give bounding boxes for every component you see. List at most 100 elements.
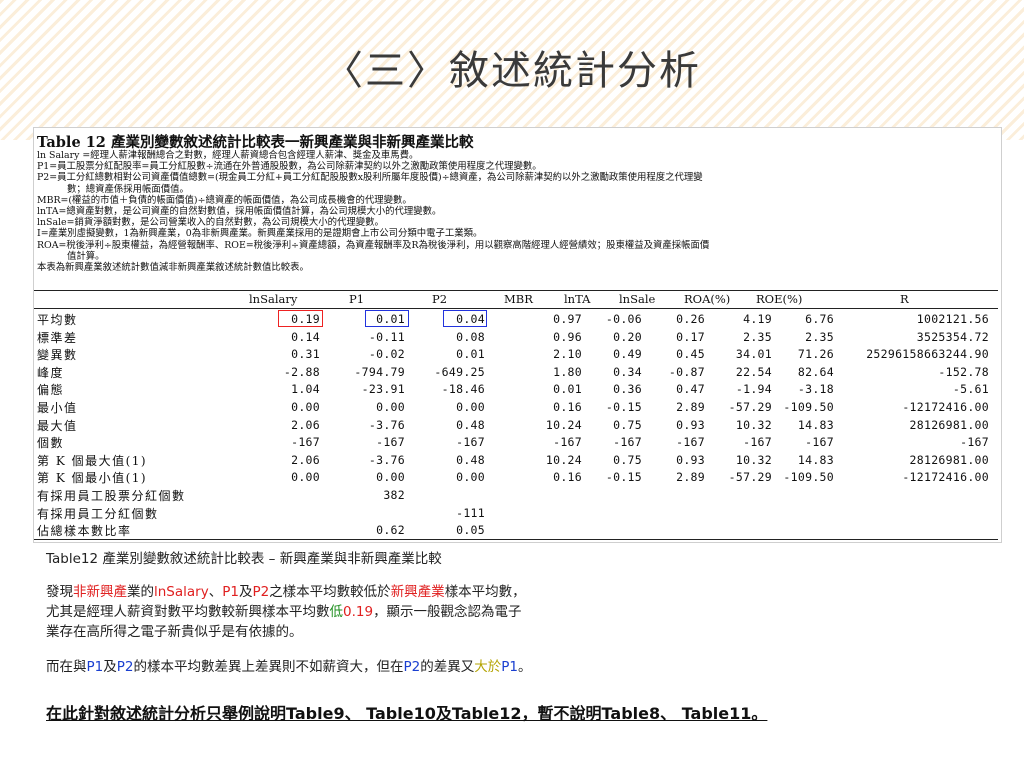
table-row: 第 K 個最小值(1) 0.00 0.00 0.00 0.16 -0.15 2.89 -57.… <box>34 468 998 486</box>
paragraph-1-line-3: 業存在高所得之電子新貴似乎是有依據的。 <box>46 624 303 640</box>
scan-notes: ln Salary =經理人薪津報酬總合之對數，經理人薪資總合包含經理人薪津、獎… <box>37 150 987 273</box>
row-label: 有採用員工分紅個數 <box>37 506 159 521</box>
table-cell: -18.46 <box>441 382 485 397</box>
table-cell: 3525354.72 <box>916 329 989 344</box>
table-cell: 22.54 <box>735 364 772 379</box>
highlight-text: P1 <box>501 659 518 675</box>
table-row: 平均數 0.19 0.01 0.04 0.97 -0.06 0.26 4.19 6.76 1002… <box>34 310 998 328</box>
table-cell: 0.45 <box>676 347 705 362</box>
table-cell: -0.15 <box>605 400 642 414</box>
table-cell: 14.83 <box>797 452 834 467</box>
table-cell: -167 <box>960 435 989 450</box>
row-label: 最小值 <box>37 401 78 415</box>
table-cell: 1002121.56 <box>916 312 989 326</box>
table-row: 最大值 2.06 -3.76 0.48 10.24 0.75 0.93 10.32 14.83 2… <box>34 416 998 434</box>
text: 尤其是經理人薪資對數平均數較新興樣本平均數 <box>46 604 330 620</box>
text: 之樣本平均數較低於 <box>269 584 391 600</box>
column-header: R <box>900 292 909 306</box>
row-label: 峰度 <box>37 365 65 380</box>
scan-note-line: P2=員工分紅總數相對公司資產價值總數=(現金員工分紅+員工分紅配股股數x股利所… <box>37 172 703 184</box>
table-cell: 382 <box>383 488 405 502</box>
table-cell: -0.02 <box>368 347 405 362</box>
scan-note-line: 本表為新興產業敘述統計數值減非新興產業敘述統計數值比較表。 <box>37 262 309 274</box>
table-cell: 0.34 <box>613 364 642 379</box>
table-cell: -167 <box>553 435 582 450</box>
highlight-text: lnSalary <box>154 584 209 600</box>
table-cell: 34.01 <box>735 347 772 362</box>
highlight-box-p2 <box>443 310 487 327</box>
table-cell: 28126981.00 <box>909 452 989 467</box>
table-row: 個數 -167 -167 -167 -167 -167 -167 -167 -167 -167 <box>34 433 998 451</box>
text: 及 <box>238 584 253 600</box>
table-row: 變異數 0.31 -0.02 0.01 2.10 0.49 0.45 34.01 71.26 25… <box>34 345 998 363</box>
table-cell: -167 <box>805 435 834 450</box>
table-cell: 0.93 <box>676 452 705 467</box>
table-cell: -23.91 <box>361 382 405 397</box>
table-header-rule <box>34 308 998 309</box>
column-header: lnSalary <box>249 292 298 306</box>
text: 樣本平均數， <box>444 584 526 600</box>
column-header: P2 <box>432 292 448 306</box>
table-cell: -167 <box>376 435 405 450</box>
table-cell: 0.01 <box>456 347 485 362</box>
highlight-text: 大於 <box>474 659 502 675</box>
table-cell: -167 <box>743 435 772 450</box>
highlight-text: P2 <box>403 659 421 675</box>
table-cell: 0.48 <box>456 417 485 432</box>
table-cell: -3.76 <box>368 452 405 467</box>
table-cell: 10.32 <box>735 452 772 467</box>
table-cell: 2.10 <box>553 347 582 362</box>
table-cell: 71.26 <box>797 347 834 362</box>
table-cell: 0.14 <box>291 329 320 344</box>
table-cell: -0.15 <box>605 470 642 485</box>
table-row: 最小值 0.00 0.00 0.00 0.16 -0.15 2.89 -57.29 -109.5… <box>34 398 998 416</box>
row-label: 標準差 <box>37 330 78 345</box>
table-cell: -3.76 <box>368 417 405 432</box>
table-cell: 0.01 <box>553 382 582 397</box>
row-label: 平均數 <box>37 313 78 327</box>
highlight-box-p1 <box>365 310 409 327</box>
table-cell: -3.18 <box>797 382 834 397</box>
table-cell: 0.00 <box>291 400 320 414</box>
table-cell: 0.31 <box>291 347 320 362</box>
text: ，顯示一般觀念認為電子 <box>373 604 522 620</box>
column-header: lnSale <box>619 292 656 306</box>
table-cell: -57.29 <box>728 470 772 485</box>
table-cell: 2.06 <box>291 417 320 432</box>
table-cell: 0.00 <box>456 470 485 485</box>
table-cell: 10.24 <box>545 417 582 432</box>
scan-title: Table 12 產業別變數敘述統計比較表一新興產業與非新興產業比較 <box>37 134 474 151</box>
scan-note-line: P1=員工股票分紅配股率=員工分紅股數÷流通在外普通股股數，為公司除薪津契約以外… <box>37 161 542 173</box>
table-cell: 0.48 <box>456 452 485 467</box>
scan-note-line: MBR=(權益的市值＋負債的帳面價值)÷總資產的帳面價值，為公司成長機會的代理變… <box>37 194 412 206</box>
paragraph-1-line-1: 發現非新興產業的lnSalary、P1及P2之樣本平均數較低於新興產業樣本平均數… <box>46 582 526 602</box>
table-cell: 0.97 <box>553 312 582 326</box>
text: 發現 <box>46 584 73 600</box>
table-cell: 0.49 <box>613 347 642 362</box>
table-cell: 1.80 <box>553 364 582 379</box>
highlight-box-lnsalary <box>278 310 323 327</box>
table-cell: -167 <box>456 435 485 450</box>
table-cell: 2.35 <box>805 329 834 344</box>
scan-note-line: 數；總資產係採用帳面價值。 <box>67 183 189 195</box>
scan-note-line: I=產業別虛擬變數，1為新興產業，0為非新興產業。新興產業採用的是證期會上市公司… <box>37 228 483 240</box>
table-cell: 0.62 <box>376 523 405 538</box>
row-label: 最大值 <box>37 418 78 433</box>
table-cell: -109.50 <box>783 470 834 485</box>
table-cell: 25296158663244.90 <box>866 347 989 362</box>
row-label: 第 K 個最大值(1) <box>37 453 148 468</box>
table-cell: -109.50 <box>783 400 834 414</box>
column-header: lnTA <box>564 292 591 306</box>
table-cell: 0.08 <box>456 329 485 344</box>
row-label: 偏態 <box>37 383 65 398</box>
table-cell: -0.11 <box>368 329 405 344</box>
paragraph-2: 而在與P1及P2的樣本平均數差異上差異則不如薪資大，但在P2的差異又大於P1。 <box>46 657 531 677</box>
table-cell: -12172416.00 <box>902 400 989 414</box>
table-bottom-rule <box>34 539 998 540</box>
table-cell: 0.16 <box>553 470 582 485</box>
table-cell: -152.78 <box>938 364 989 379</box>
slide-title: 〈三〉敘述統計分析 <box>323 48 701 94</box>
table-cell: -57.29 <box>728 400 772 414</box>
text: 及 <box>103 659 117 675</box>
table-row: 有採用員工股票分紅個數 382 <box>34 486 998 504</box>
